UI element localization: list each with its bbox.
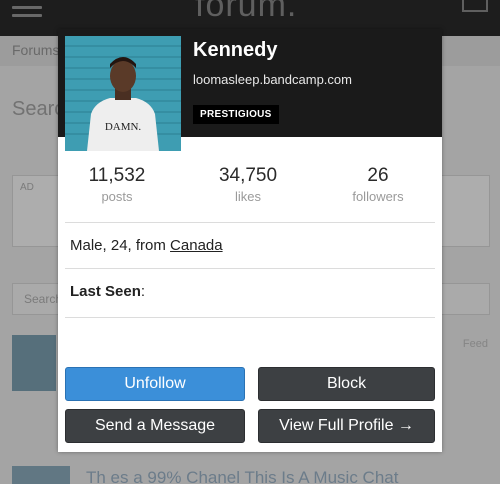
location-link[interactable]: Canada xyxy=(170,237,223,254)
profile-demographics: Male, 24, from xyxy=(70,237,171,254)
profile-website-link[interactable]: loomasleep.bandcamp.com xyxy=(193,72,352,87)
divider xyxy=(65,317,435,318)
stat-likes[interactable]: 34,750 likes xyxy=(193,165,303,204)
last-seen: Last Seen: xyxy=(70,283,145,300)
block-button[interactable]: Block xyxy=(258,367,435,401)
stat-label: likes xyxy=(234,189,261,204)
svg-text:DAMN.: DAMN. xyxy=(105,121,142,133)
stat-label: posts xyxy=(101,189,133,204)
divider xyxy=(65,268,435,269)
last-seen-label: Last Seen xyxy=(70,283,141,300)
send-message-button[interactable]: Send a Message xyxy=(65,409,245,443)
stat-followers[interactable]: 26 followers xyxy=(323,165,433,204)
profile-info: Male, 24, from Canada xyxy=(70,237,223,254)
stat-posts[interactable]: 11,532 posts xyxy=(62,165,172,204)
profile-username: Kennedy xyxy=(193,39,278,61)
rank-badge: PRESTIGIOUS xyxy=(193,105,279,124)
last-seen-colon: : xyxy=(140,283,146,300)
divider xyxy=(65,222,435,223)
stat-value: 11,532 xyxy=(88,165,146,186)
stat-value: 34,750 xyxy=(218,165,278,186)
unfollow-button[interactable]: Unfollow xyxy=(65,367,245,401)
avatar[interactable]: DAMN. xyxy=(65,36,181,151)
stat-value: 26 xyxy=(367,165,389,186)
profile-card: DAMN. Kennedy loomasleep.bandcamp.com PR… xyxy=(58,29,442,452)
view-full-profile-button[interactable]: View Full Profile → xyxy=(258,409,435,443)
stat-label: followers xyxy=(352,189,404,204)
